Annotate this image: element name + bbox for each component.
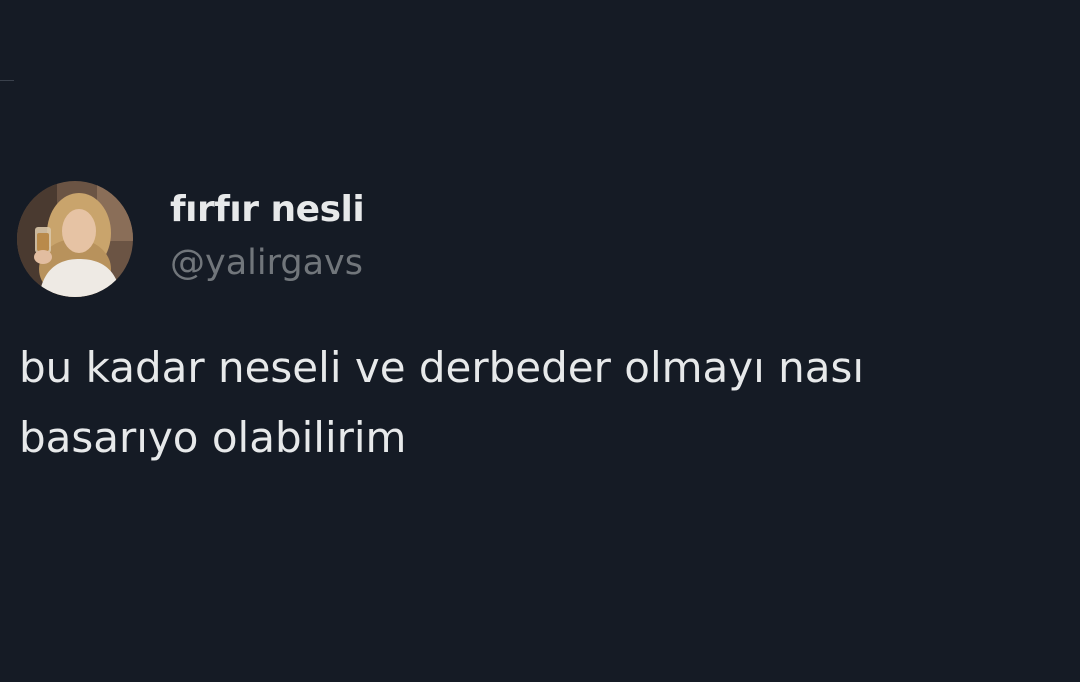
tweet-text: bu kadar neseli ve derbeder olmayı nası … — [19, 343, 865, 462]
avatar[interactable] — [17, 181, 133, 297]
tweet-card: fırfır nesli @yalirgavs bu kadar neseli … — [0, 0, 1080, 682]
display-name[interactable]: fırfır nesli — [170, 188, 365, 232]
user-handle[interactable]: @yalirgavs — [170, 241, 363, 285]
profile-photo-icon — [17, 181, 133, 297]
